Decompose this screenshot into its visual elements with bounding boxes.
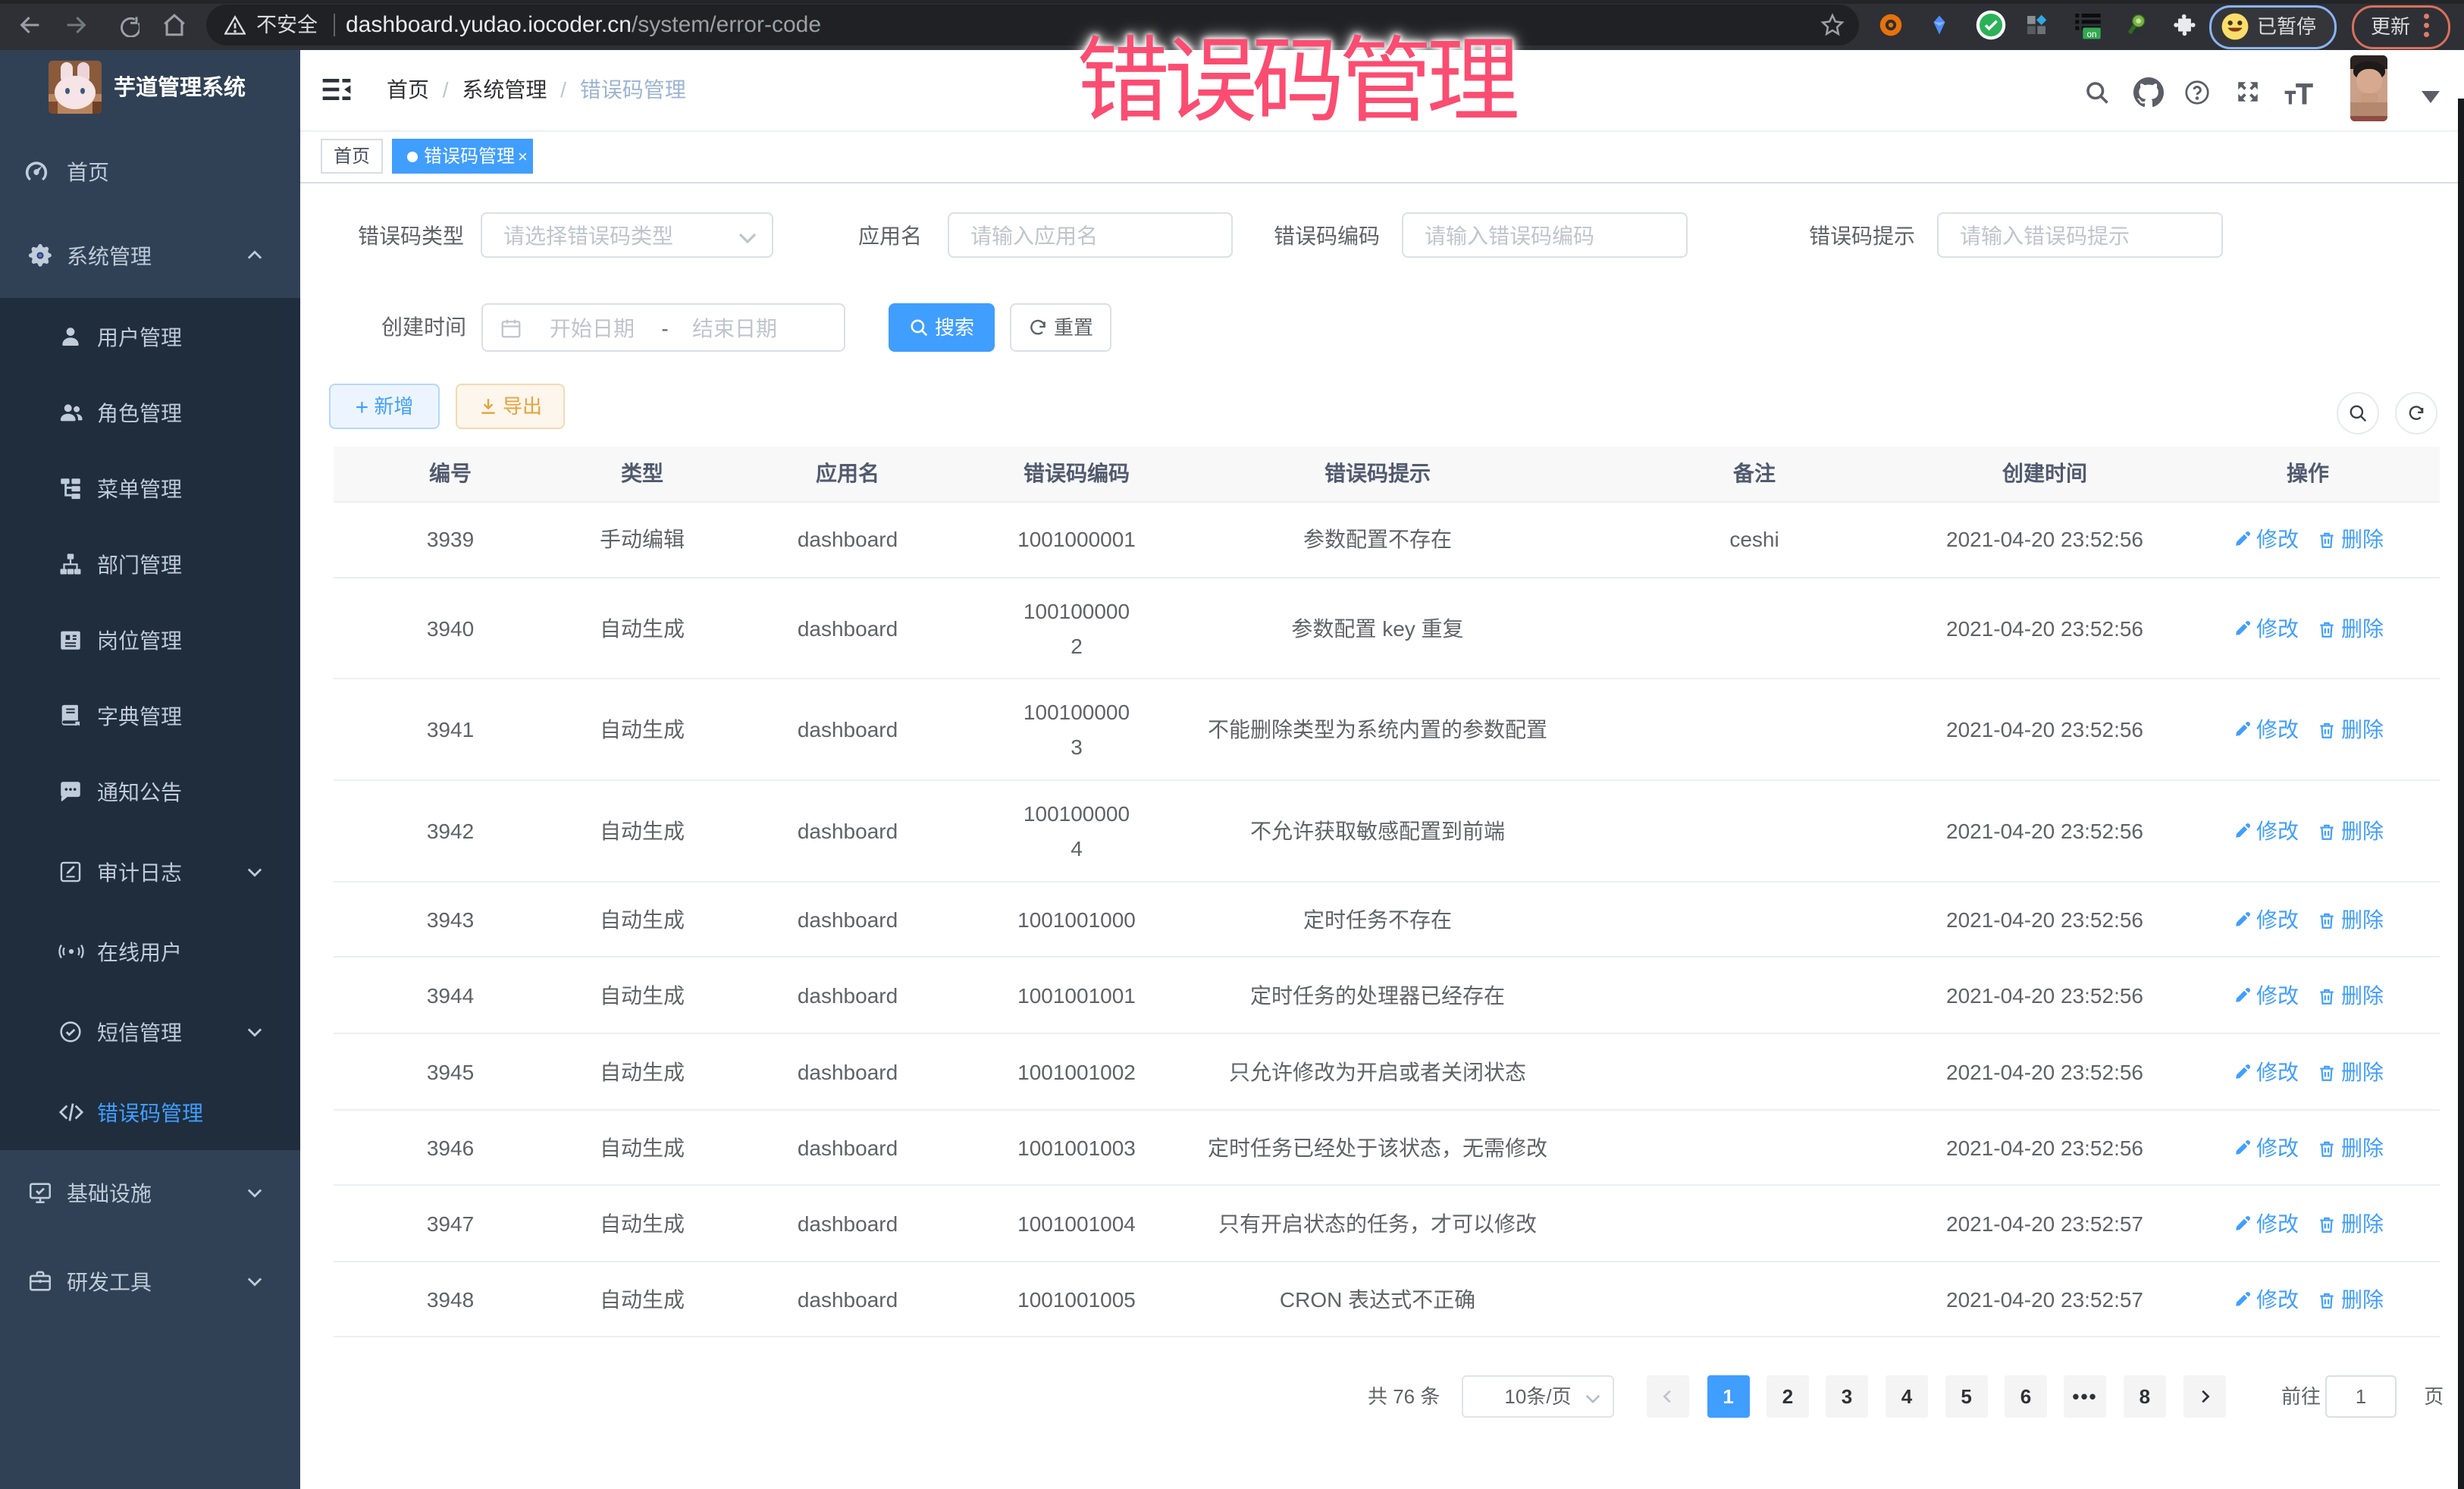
svg-text:on: on [2087,30,2097,39]
